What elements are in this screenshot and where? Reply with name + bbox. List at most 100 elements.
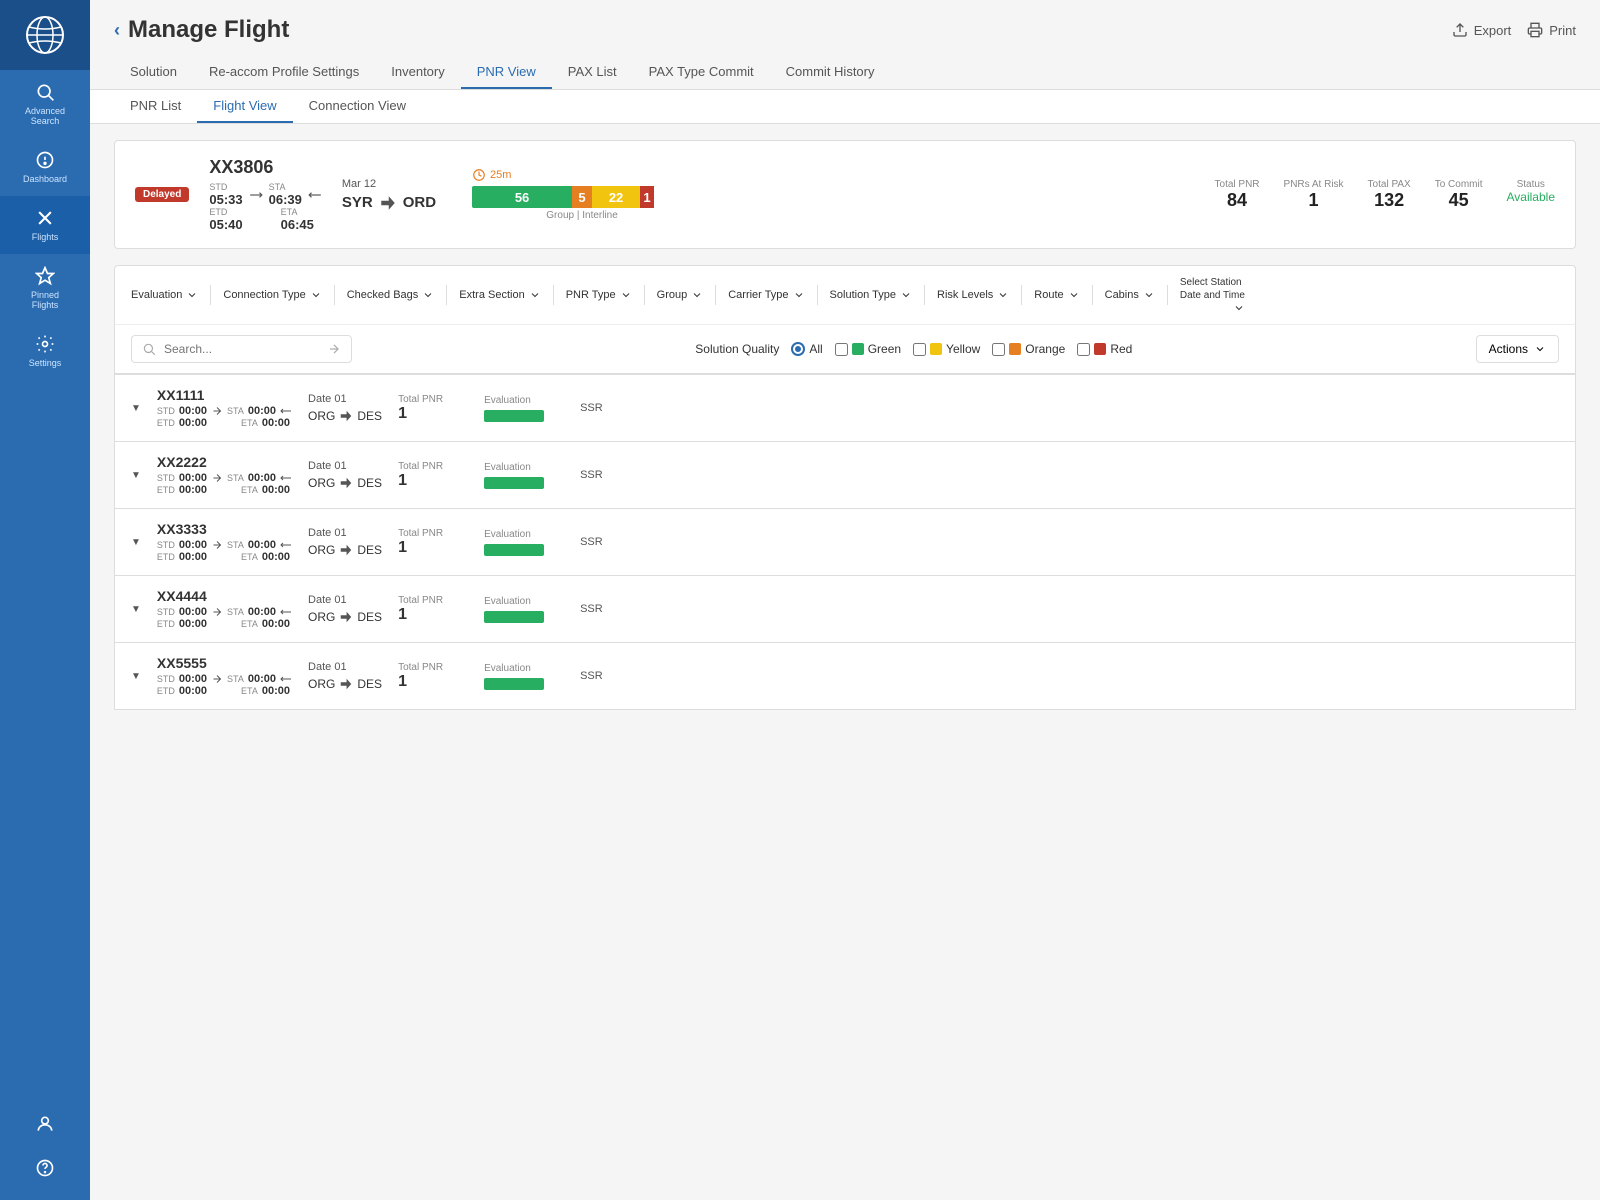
sidebar-item-flights[interactable]: Flights	[0, 196, 90, 254]
filter-connection-type[interactable]: Connection Type	[223, 289, 321, 301]
tab-pax-list[interactable]: PAX List	[552, 56, 633, 89]
eta-label: ETA	[281, 207, 314, 217]
subtab-connection-view[interactable]: Connection View	[293, 90, 422, 123]
eta-group: ETA 06:45	[281, 207, 314, 232]
route-icon-3	[339, 543, 353, 557]
pnr-total-2: Total PNR 1	[398, 461, 468, 490]
filter-pnr-type[interactable]: PNR Type	[566, 289, 632, 301]
filter-risk-levels[interactable]: Risk Levels	[937, 289, 1009, 301]
flight-number: XX3806	[209, 157, 322, 178]
risk-levels-chevron-icon	[997, 289, 1009, 301]
quality-orange[interactable]: Orange	[992, 342, 1065, 356]
sidebar-item-user[interactable]	[0, 1102, 90, 1146]
filter-extra-section[interactable]: Extra Section	[459, 289, 540, 301]
eval-bar-4	[484, 611, 544, 623]
expand-button-2[interactable]: ▼	[131, 470, 141, 481]
print-icon	[1527, 22, 1543, 38]
header-actions: Export Print	[1452, 22, 1576, 38]
subtab-pnr-list[interactable]: PNR List	[114, 90, 197, 123]
stat-status: Status Available	[1507, 179, 1555, 211]
landing-icon-2a	[280, 472, 292, 484]
landing-icon-1a	[280, 405, 292, 417]
print-button[interactable]: Print	[1527, 22, 1576, 38]
tab-inventory[interactable]: Inventory	[375, 56, 460, 89]
expand-button-4[interactable]: ▼	[131, 604, 141, 615]
table-row: ▼ XX3333 STD 00:00 STA 00:00 ETD	[114, 509, 1576, 576]
pnr-date-3: Date 01 ORG DES	[308, 527, 382, 557]
filter-divider-4	[553, 285, 554, 305]
route-icon-4	[339, 610, 353, 624]
sidebar-item-dashboard[interactable]: Dashboard	[0, 138, 90, 196]
connection-type-chevron-icon	[310, 289, 322, 301]
expand-button-3[interactable]: ▼	[131, 537, 141, 548]
orange-checkbox[interactable]	[992, 343, 1005, 356]
filter-route[interactable]: Route	[1034, 289, 1079, 301]
back-button[interactable]: ‹	[114, 20, 120, 41]
filter-checked-bags[interactable]: Checked Bags	[347, 289, 435, 301]
search-box[interactable]	[131, 335, 352, 363]
tab-solution[interactable]: Solution	[114, 56, 193, 89]
tab-pnr-view[interactable]: PNR View	[461, 56, 552, 89]
quality-all[interactable]: All	[791, 342, 822, 356]
yellow-checkbox[interactable]	[913, 343, 926, 356]
checked-bags-chevron-icon	[422, 289, 434, 301]
table-row: ▼ XX2222 STD 00:00 STA 00:00 ETD	[114, 442, 1576, 509]
app-logo[interactable]	[0, 0, 90, 70]
filter-evaluation[interactable]: Evaluation	[131, 289, 198, 301]
filter-divider-6	[715, 285, 716, 305]
pnr-number-group-2: XX2222 STD 00:00 STA 00:00 ETD 00:00	[157, 454, 292, 496]
expand-button-1[interactable]: ▼	[131, 403, 141, 414]
sta-group: STA 06:39	[269, 182, 302, 207]
red-checkbox[interactable]	[1077, 343, 1090, 356]
eta-time: 06:45	[281, 217, 314, 232]
filter-divider-11	[1167, 285, 1168, 305]
actions-label: Actions	[1489, 342, 1528, 356]
sidebar-label-dashboard: Dashboard	[23, 174, 67, 184]
route-icon-2	[339, 476, 353, 490]
tab-pax-type-commit[interactable]: PAX Type Commit	[633, 56, 770, 89]
arrow-icon-3a	[211, 539, 223, 551]
nav-tabs: Solution Re-accom Profile Settings Inven…	[114, 56, 1576, 89]
quality-yellow[interactable]: Yellow	[913, 342, 980, 356]
route-chevron-icon	[1068, 289, 1080, 301]
filter-divider-5	[644, 285, 645, 305]
print-label: Print	[1549, 23, 1576, 38]
tab-commit-history[interactable]: Commit History	[770, 56, 891, 89]
eval-bar-5	[484, 678, 544, 690]
filter-solution-type[interactable]: Solution Type	[830, 289, 912, 301]
pnr-total-3: Total PNR 1	[398, 528, 468, 557]
quality-filters: Solution Quality All Green	[695, 342, 1132, 356]
filter-select-station[interactable]: Select Station Date and Time	[1180, 276, 1245, 314]
delayed-badge: Delayed	[135, 187, 189, 202]
export-button[interactable]: Export	[1452, 22, 1512, 38]
flights-icon	[35, 208, 55, 228]
sidebar-item-help[interactable]	[0, 1146, 90, 1190]
actions-button[interactable]: Actions	[1476, 335, 1559, 363]
filter-cabins[interactable]: Cabins	[1105, 289, 1155, 301]
carrier-type-chevron-icon	[793, 289, 805, 301]
sidebar-item-pinned-flights[interactable]: Pinned Flights	[0, 254, 90, 322]
pnr-evaluation-1: Evaluation	[484, 395, 564, 422]
filter-divider-2	[334, 285, 335, 305]
quality-red[interactable]: Red	[1077, 342, 1132, 356]
route-icon-1	[339, 409, 353, 423]
expand-button-5[interactable]: ▼	[131, 671, 141, 682]
extra-section-chevron-icon	[529, 289, 541, 301]
main-content: ‹ Manage Flight Export Print	[90, 0, 1600, 1200]
sidebar-label-settings: Settings	[29, 358, 62, 368]
sidebar-item-advanced-search[interactable]: Advanced Search	[0, 70, 90, 138]
green-checkbox[interactable]	[835, 343, 848, 356]
filter-carrier-type[interactable]: Carrier Type	[728, 289, 804, 301]
export-icon	[1452, 22, 1468, 38]
filter-group[interactable]: Group	[657, 289, 704, 301]
subtab-flight-view[interactable]: Flight View	[197, 90, 292, 123]
sidebar-item-settings[interactable]: Settings	[0, 322, 90, 380]
route-icon-5	[339, 677, 353, 691]
search-input[interactable]	[164, 342, 319, 356]
tab-reaccom[interactable]: Re-accom Profile Settings	[193, 56, 375, 89]
green-color-box	[852, 343, 864, 355]
quality-green[interactable]: Green	[835, 342, 901, 356]
stat-total-pnr: Total PNR 84	[1215, 179, 1260, 211]
all-radio	[791, 342, 805, 356]
search-arrow-icon	[327, 342, 341, 356]
